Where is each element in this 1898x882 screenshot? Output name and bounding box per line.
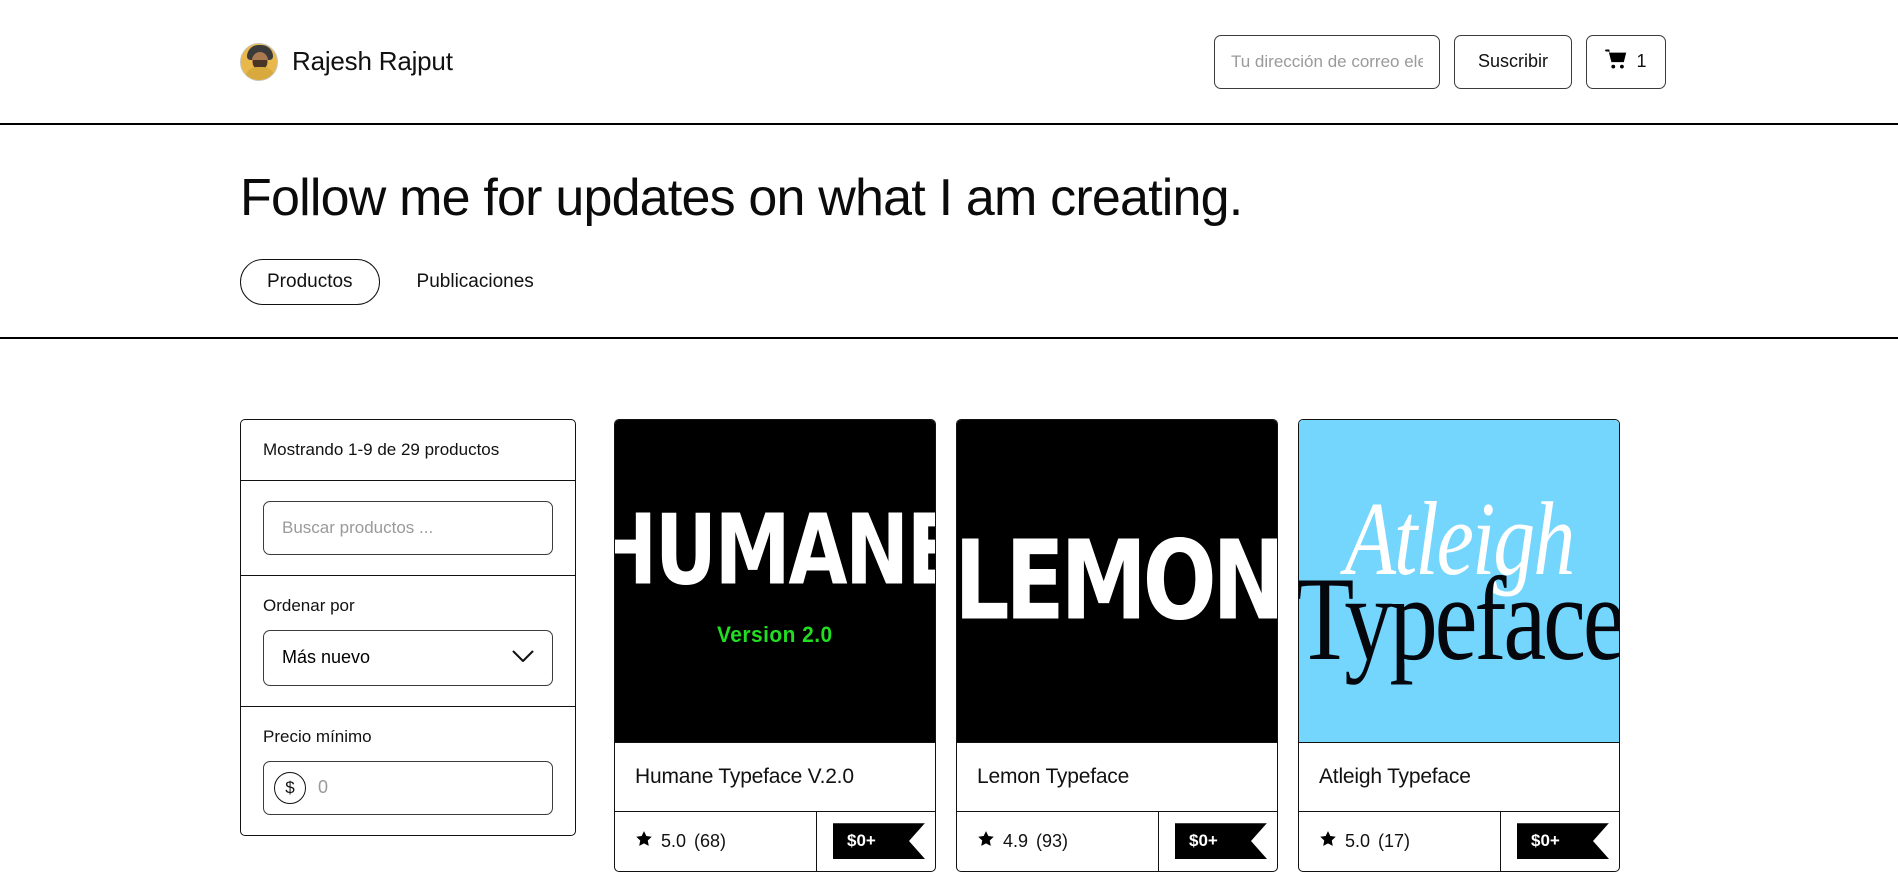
cart-icon	[1605, 49, 1627, 74]
sort-label: Ordenar por	[263, 595, 355, 615]
cart-button[interactable]: 1	[1586, 34, 1666, 89]
product-price-cell: $0+	[1159, 812, 1277, 871]
product-price-cell: $0+	[1501, 812, 1619, 871]
product-image-atleigh: Atleigh Typeface	[1299, 419, 1619, 742]
product-footer: 5.0 (68) $0+	[615, 810, 935, 871]
rating-count: (93)	[1036, 830, 1069, 851]
brand[interactable]: Rajesh Rajput	[240, 42, 453, 81]
dollar-icon: $	[274, 771, 306, 804]
price-badge: $0+	[1517, 823, 1609, 860]
search-input[interactable]	[263, 500, 553, 555]
rating-value: 5.0	[1345, 830, 1371, 851]
product-grid: HUMANE Version 2.0 Humane Typeface V.2.0…	[614, 418, 1620, 872]
subscribe-button[interactable]: Suscribir	[1454, 34, 1572, 89]
search-section	[241, 481, 575, 576]
tab-productos[interactable]: Productos	[240, 258, 380, 305]
product-title: Humane Typeface V.2.0	[615, 741, 935, 811]
filters-panel: Mostrando 1-9 de 29 productos Ordenar po…	[240, 418, 576, 836]
rating-count: (17)	[1378, 830, 1411, 851]
sort-value: Más nuevo	[282, 647, 371, 668]
price-field[interactable]: $	[263, 760, 553, 815]
rating-value: 5.0	[661, 830, 687, 851]
header-actions: Suscribir 1	[1214, 34, 1666, 89]
product-card[interactable]: LEMON Lemon Typeface 4.9 (93) $0+	[956, 418, 1278, 872]
product-footer: 4.9 (93) $0+	[957, 810, 1277, 871]
product-rating: 4.9 (93)	[957, 811, 1159, 871]
star-icon	[635, 830, 653, 853]
product-rating: 5.0 (68)	[615, 811, 817, 871]
artwork-title: HUMANE	[615, 493, 935, 607]
rating-value: 4.9	[1003, 830, 1029, 851]
results-count: Mostrando 1-9 de 29 productos	[263, 439, 500, 459]
email-input[interactable]	[1214, 34, 1440, 89]
product-card[interactable]: Atleigh Typeface Atleigh Typeface 5.0 (1…	[1298, 418, 1620, 872]
product-title: Lemon Typeface	[957, 741, 1277, 811]
product-rating: 5.0 (17)	[1299, 811, 1501, 871]
site-header: Rajesh Rajput Suscribir 1	[0, 0, 1898, 125]
hero-section: Follow me for updates on what I am creat…	[0, 125, 1898, 339]
chevron-down-icon	[512, 647, 534, 668]
sort-section: Ordenar por Más nuevo	[241, 576, 575, 707]
min-price-input[interactable]	[318, 777, 542, 799]
product-price-cell: $0+	[817, 812, 935, 871]
cart-count: 1	[1636, 51, 1647, 71]
product-image-humane: HUMANE Version 2.0	[615, 419, 935, 742]
page-title: Follow me for updates on what I am creat…	[240, 169, 1243, 227]
artwork-subtitle: Typeface	[1299, 552, 1619, 685]
sort-select[interactable]: Más nuevo	[263, 629, 553, 686]
results-count-section: Mostrando 1-9 de 29 productos	[241, 420, 575, 481]
artwork-title: LEMON	[957, 515, 1277, 645]
tab-list: Productos Publicaciones	[240, 258, 1658, 305]
brand-name: Rajesh Rajput	[292, 46, 453, 76]
price-badge: $0+	[833, 823, 925, 860]
product-footer: 5.0 (17) $0+	[1299, 810, 1619, 871]
rating-count: (68)	[694, 830, 727, 851]
tab-publicaciones[interactable]: Publicaciones	[390, 259, 561, 305]
price-badge: $0+	[1175, 823, 1267, 860]
price-label: Precio mínimo	[263, 726, 372, 746]
product-image-lemon: LEMON	[957, 419, 1277, 742]
product-card[interactable]: HUMANE Version 2.0 Humane Typeface V.2.0…	[614, 418, 936, 872]
main-content: Mostrando 1-9 de 29 productos Ordenar po…	[0, 339, 1898, 872]
star-icon	[977, 830, 995, 853]
artwork-subtitle: Version 2.0	[717, 621, 833, 647]
price-section: Precio mínimo $	[241, 707, 575, 835]
star-icon	[1319, 830, 1337, 853]
avatar	[240, 42, 278, 81]
product-title: Atleigh Typeface	[1299, 741, 1619, 811]
